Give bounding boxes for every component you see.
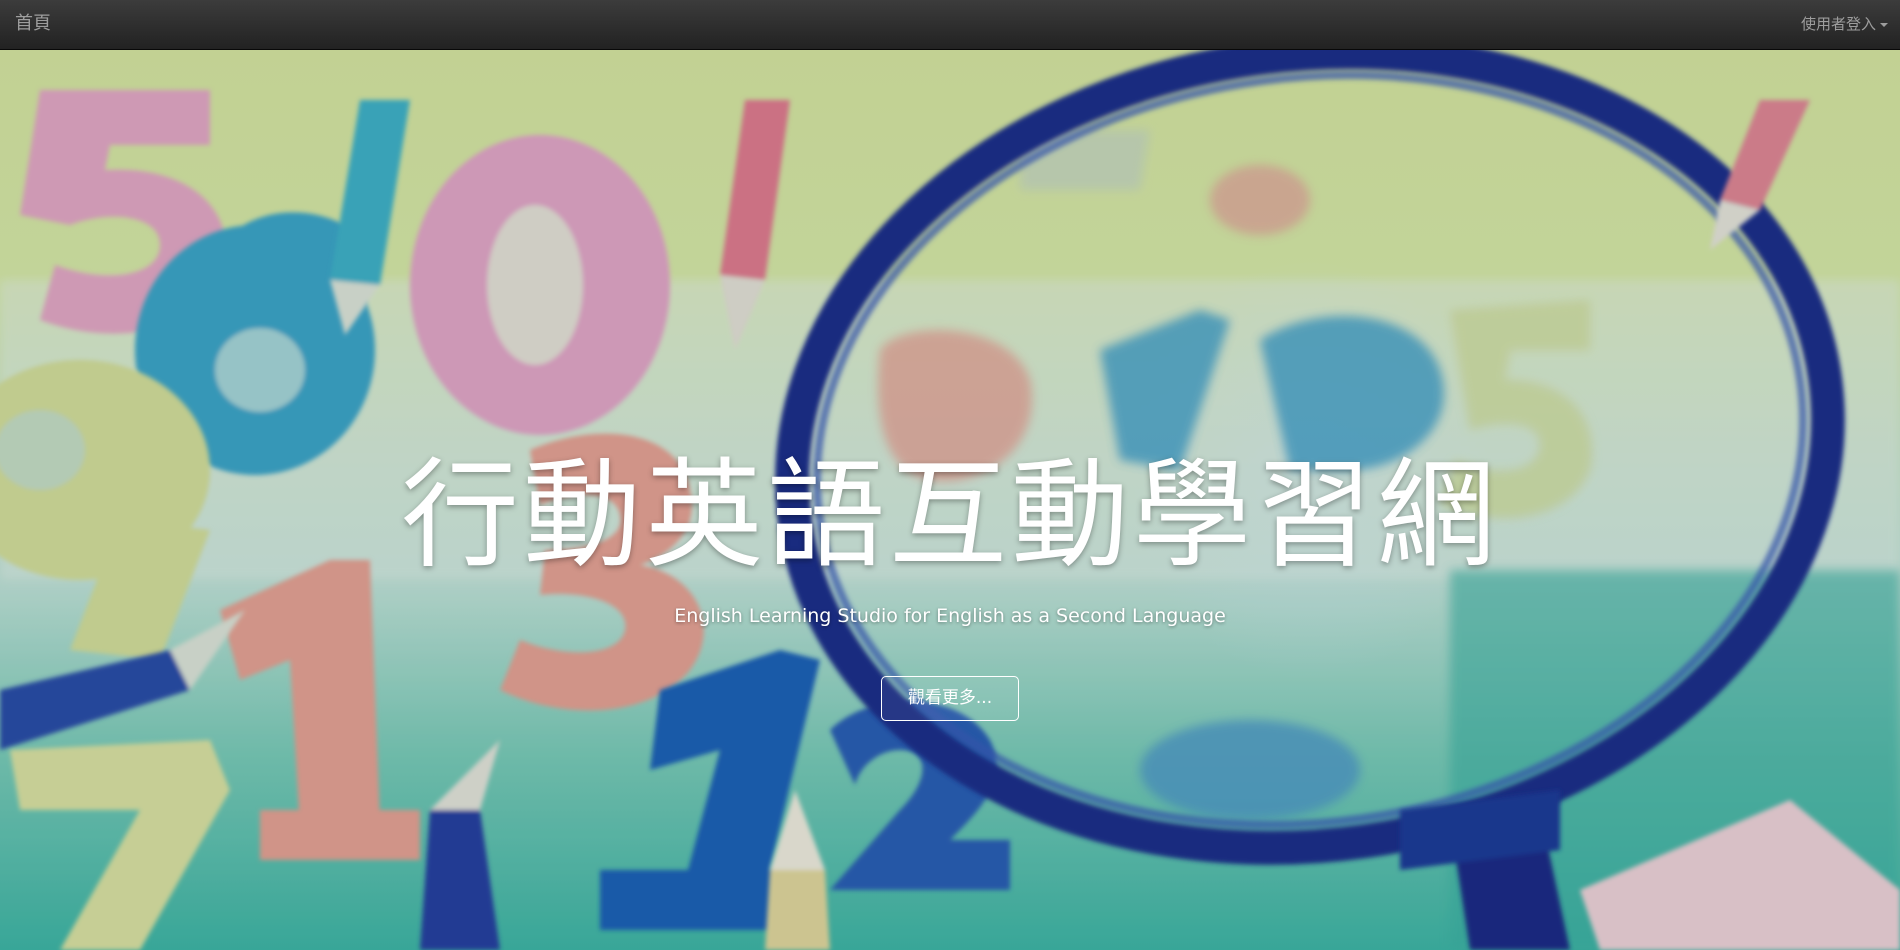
- see-more-button[interactable]: 觀看更多...: [881, 676, 1019, 721]
- hero-title: 行動英語互動學習網: [400, 446, 1499, 584]
- user-login-dropdown[interactable]: 使用者登入: [1801, 0, 1888, 50]
- user-login-label: 使用者登入: [1800, 15, 1876, 33]
- hero-content: 行動英語互動學習網 English Learning Studio for En…: [0, 50, 1900, 950]
- top-navbar: 首頁 使用者登入: [0, 0, 1900, 50]
- hero-subtitle: English Learning Studio for English as a…: [674, 605, 1226, 627]
- chevron-down-icon: [1880, 22, 1888, 27]
- home-link[interactable]: 首頁: [15, 0, 51, 50]
- hero-section: 行動英語互動學習網 English Learning Studio for En…: [0, 50, 1900, 950]
